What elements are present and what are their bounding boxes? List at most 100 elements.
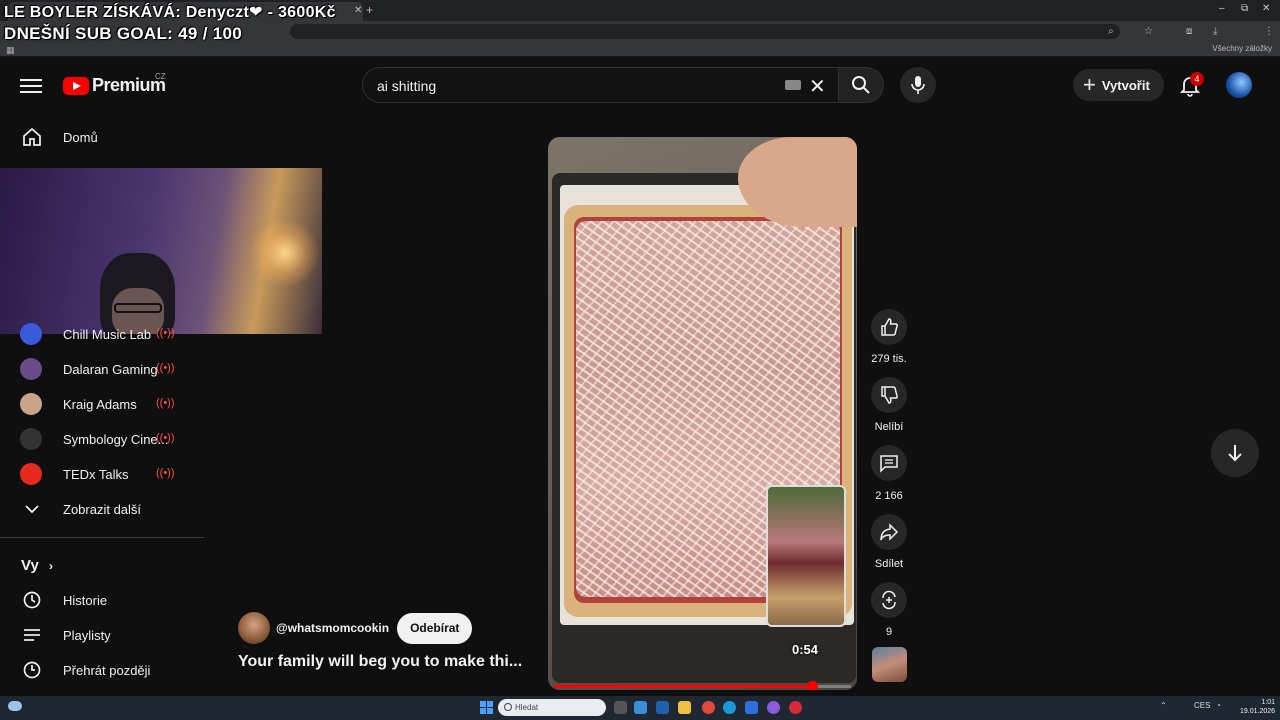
keyboard-icon[interactable] (785, 80, 801, 90)
channel-avatar (20, 323, 42, 345)
app-icon[interactable] (767, 701, 780, 714)
watch-later-icon (21, 659, 43, 681)
channel-avatar (20, 428, 42, 450)
create-label: Vytvořit (1101, 77, 1150, 93)
video-progress-bar[interactable] (554, 681, 851, 690)
zoom-icon[interactable]: ⌕ (1108, 26, 1114, 37)
sidebar-item-label: Kraig Adams (63, 396, 137, 412)
video-inset-thumbnail (766, 485, 846, 627)
history-icon (21, 589, 43, 611)
bookmark-star-icon[interactable]: ☆ (1144, 26, 1153, 37)
menu-dots-icon[interactable]: ⋮ (1264, 26, 1274, 37)
video-time: 0:54 (792, 642, 819, 657)
taskbar-clock[interactable]: 1:01 19.01.2026 (1240, 698, 1275, 716)
all-bookmarks-link[interactable]: Všechny záložky (1212, 44, 1272, 53)
like-button[interactable] (871, 309, 907, 345)
new-tab-icon[interactable]: + (366, 3, 373, 17)
channel-avatar (20, 358, 42, 380)
comments-button[interactable] (871, 445, 907, 481)
short-video-player[interactable]: 0:54 (548, 137, 857, 690)
sidebar-item-label: Chill Music Lab (63, 326, 152, 342)
sidebar-item-label: Historie (63, 592, 108, 608)
app-icon[interactable] (745, 701, 758, 714)
live-icon: ((•)) (156, 467, 175, 479)
comment-count: 2 166 (875, 490, 903, 502)
home-icon (21, 126, 43, 148)
sidebar-item-label: TEDx Talks (63, 466, 129, 482)
minimize-icon[interactable]: – (1219, 3, 1225, 14)
sidebar-item-playlists[interactable]: Playlisty (10, 618, 190, 652)
country-code: CZ (155, 72, 166, 81)
url-field[interactable] (290, 24, 1120, 39)
thumbs-up-icon (881, 318, 898, 336)
channel-handle[interactable]: @whatsmomcookin (276, 621, 389, 635)
youtube-logo[interactable]: Premium (63, 75, 166, 96)
sidebar-show-more[interactable]: Zobrazit další (10, 492, 190, 526)
thumbs-down-icon (881, 386, 898, 404)
guide-menu-icon[interactable] (20, 75, 42, 95)
voice-search-button[interactable] (900, 67, 936, 103)
windows-start-icon[interactable] (480, 701, 493, 714)
tab-close-icon[interactable]: ✕ (354, 5, 362, 16)
extensions-icon[interactable]: ⧈ (1186, 26, 1192, 37)
stream-alert-text: LE BOYLER ZÍSKÁVÁ: Denyczt❤ - 3600Kč (4, 4, 336, 21)
plus-icon: + (1083, 72, 1096, 97)
tray-chevron-icon[interactable]: ⌃ (1160, 701, 1167, 710)
progress-fill (554, 685, 813, 688)
you-section-heading[interactable]: Vy › (21, 557, 53, 574)
edge-icon[interactable] (723, 701, 736, 714)
task-view-icon[interactable] (614, 701, 627, 714)
clear-search-icon[interactable]: ✕ (809, 74, 826, 99)
channel-avatar[interactable] (238, 612, 270, 644)
remix-count: 9 (885, 626, 893, 638)
live-icon: ((•)) (156, 327, 175, 339)
weather-icon[interactable] (8, 701, 22, 711)
account-avatar[interactable] (1226, 72, 1252, 98)
live-icon: ((•)) (156, 432, 175, 444)
youtube-play-icon (63, 76, 89, 95)
sound-source-avatar[interactable] (872, 647, 907, 682)
like-count: 279 tis. (871, 353, 907, 365)
short-title[interactable]: Your family will beg you to make thi... (238, 653, 538, 671)
arrow-down-icon (1228, 445, 1242, 462)
app-icon[interactable] (789, 701, 802, 714)
next-short-button[interactable] (1211, 429, 1259, 477)
create-button[interactable]: + Vytvořit (1073, 69, 1164, 101)
chevron-down-icon (21, 498, 43, 520)
file-explorer-icon[interactable] (678, 701, 691, 714)
search-box[interactable]: ai shitting ✕ (362, 67, 838, 103)
sidebar-item-home[interactable]: Domů (10, 120, 190, 154)
widgets-icon[interactable] (634, 701, 647, 714)
window-close-icon[interactable]: ✕ (1262, 3, 1270, 14)
chrome-icon[interactable] (702, 701, 715, 714)
taskbar-search-field[interactable]: Hledat (498, 699, 606, 716)
sidebar-item-label: Dalaran Gaming (63, 361, 158, 377)
sidebar-item-label: Zobrazit další (63, 501, 142, 517)
restore-icon[interactable]: ⧉ (1241, 3, 1248, 14)
search-input[interactable]: ai shitting (377, 78, 436, 94)
share-icon (880, 523, 899, 541)
sidebar-item-label: Symbology Cine... (63, 431, 169, 447)
notification-count-badge: 4 (1190, 72, 1204, 86)
share-button[interactable] (871, 514, 907, 550)
network-icon[interactable]: ◔ (1216, 701, 1221, 710)
download-icon[interactable]: ⤓ (1213, 26, 1217, 37)
comment-icon (880, 455, 898, 473)
remix-icon (882, 590, 896, 610)
dislike-button[interactable] (871, 377, 907, 413)
apps-grid-icon[interactable]: ▦ (6, 45, 15, 56)
app-icon[interactable] (656, 701, 669, 714)
streamer-webcam (0, 168, 322, 334)
bookmarks-bar: ▦ Všechny záložky (0, 42, 1280, 57)
language-indicator[interactable]: CES (1194, 701, 1210, 710)
progress-scrubber[interactable] (807, 681, 819, 690)
sidebar-item-watch-later[interactable]: Přehrát později (10, 653, 190, 687)
windows-taskbar: Hledat ⌃ CES ◔ 1:01 19.01.2026 (0, 696, 1280, 720)
search-button[interactable] (838, 67, 884, 103)
sidebar-item-label: Playlisty (63, 627, 111, 643)
subscribe-button[interactable]: Odebírat (397, 612, 473, 644)
dislike-label: Nelíbí (874, 421, 904, 433)
live-icon: ((•)) (156, 397, 175, 409)
sidebar-item-history[interactable]: Historie (10, 583, 190, 617)
remix-button[interactable] (871, 582, 907, 618)
